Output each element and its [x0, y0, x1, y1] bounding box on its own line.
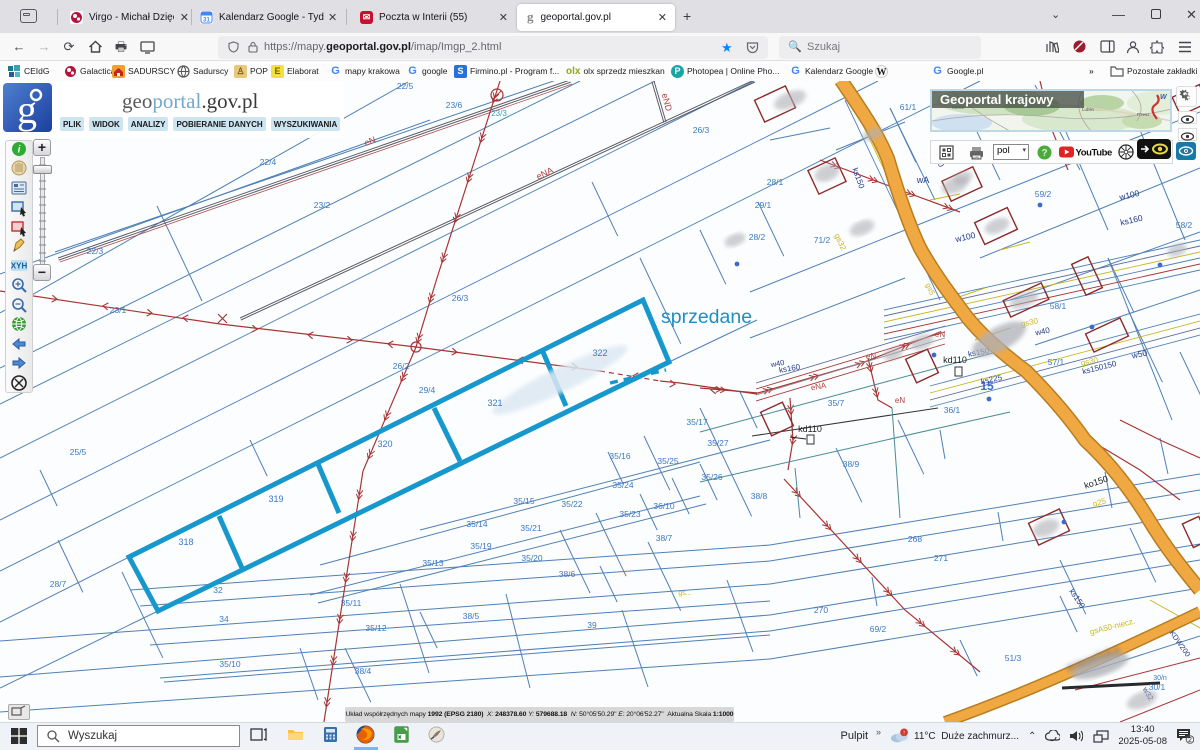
svg-text:22/4: 22/4	[260, 157, 277, 167]
svg-text:g: g	[17, 87, 37, 132]
svg-text:321: 321	[487, 398, 502, 408]
svg-text:23/1: 23/1	[110, 305, 127, 315]
svg-text:35/25: 35/25	[657, 456, 679, 466]
svg-text:35/14: 35/14	[466, 519, 488, 529]
svg-text:sprzedane: sprzedane	[661, 306, 752, 328]
svg-text:38/5: 38/5	[463, 611, 480, 621]
svg-text:eN: eN	[935, 330, 945, 339]
svg-text:38/7: 38/7	[656, 533, 673, 543]
svg-text:35/27: 35/27	[707, 438, 729, 448]
svg-text:gs...: gs...	[678, 590, 691, 597]
svg-text:35/23: 35/23	[619, 509, 641, 519]
svg-text:35/15: 35/15	[513, 496, 535, 506]
svg-text:35/21: 35/21	[520, 523, 542, 533]
svg-text:Rzesz.: Rzesz.	[1137, 112, 1151, 117]
svg-text:35/22: 35/22	[561, 499, 583, 509]
svg-text:23/3: 23/3	[491, 109, 507, 118]
svg-text:35/13: 35/13	[422, 558, 444, 568]
svg-text:MSL: MSL	[972, 155, 981, 160]
svg-text:36/1: 36/1	[944, 405, 961, 415]
svg-text:270: 270	[814, 605, 828, 615]
svg-text:69/2: 69/2	[870, 624, 887, 634]
svg-text:?: ?	[1041, 148, 1047, 159]
svg-text:57/1: 57/1	[1048, 357, 1065, 367]
svg-text:35/10: 35/10	[219, 659, 241, 669]
svg-text:38/4: 38/4	[355, 666, 372, 676]
svg-text:26/3: 26/3	[452, 293, 469, 303]
svg-text:kd110: kd110	[943, 355, 967, 365]
svg-text:35/26: 35/26	[701, 472, 723, 482]
svg-text:26/3: 26/3	[693, 125, 710, 135]
svg-text:23/6: 23/6	[446, 100, 463, 110]
svg-text:35/20: 35/20	[521, 553, 543, 563]
svg-text:30/n: 30/n	[1153, 675, 1167, 682]
svg-text:29/1: 29/1	[755, 200, 772, 210]
svg-text:wA: wA	[916, 175, 930, 185]
svg-text:35/12: 35/12	[365, 623, 387, 633]
svg-text:25/5: 25/5	[70, 447, 87, 457]
svg-text:38/9: 38/9	[843, 459, 860, 469]
svg-text:320: 320	[377, 439, 392, 449]
svg-text:322: 322	[592, 348, 607, 358]
svg-text:38/6: 38/6	[559, 569, 576, 579]
svg-text:35/19: 35/19	[470, 541, 492, 551]
svg-text:39: 39	[587, 620, 597, 630]
svg-text:eN: eN	[895, 396, 905, 405]
svg-text:71/2: 71/2	[814, 235, 831, 245]
svg-text:35/24: 35/24	[612, 480, 634, 490]
svg-text:XYH: XYH	[11, 262, 28, 271]
svg-text:58/2: 58/2	[1176, 220, 1193, 230]
svg-text:318: 318	[178, 537, 193, 547]
svg-text:kd110: kd110	[798, 424, 822, 434]
svg-text:26/2: 26/2	[393, 361, 410, 371]
svg-text:271: 271	[934, 553, 948, 563]
svg-text:22/5: 22/5	[397, 81, 414, 91]
svg-text:36/10: 36/10	[653, 501, 675, 511]
svg-text:51/3: 51/3	[1005, 653, 1022, 663]
svg-text:58/1: 58/1	[1050, 301, 1067, 311]
svg-text:319: 319	[268, 494, 283, 504]
svg-text:268: 268	[908, 534, 922, 544]
svg-text:32: 32	[213, 585, 223, 595]
svg-text:59/2: 59/2	[1035, 189, 1052, 199]
svg-text:23/2: 23/2	[314, 200, 331, 210]
svg-text:29/4: 29/4	[419, 385, 436, 395]
svg-text:34: 34	[219, 614, 229, 624]
svg-text:35/17: 35/17	[686, 417, 708, 427]
svg-text:28/2: 28/2	[749, 232, 766, 242]
svg-text:eN: eN	[866, 352, 876, 361]
svg-text:22/3: 22/3	[87, 246, 104, 256]
svg-text:35/7: 35/7	[828, 398, 845, 408]
svg-text:35/16: 35/16	[609, 451, 631, 461]
svg-text:28/1: 28/1	[767, 177, 784, 187]
svg-text:28/7: 28/7	[50, 579, 67, 589]
svg-text:35/11: 35/11	[341, 598, 362, 608]
svg-text:38/8: 38/8	[751, 491, 768, 501]
svg-text:2: 2	[1188, 737, 1192, 744]
svg-text:31: 31	[203, 17, 210, 23]
svg-text:YouTube: YouTube	[1076, 148, 1113, 159]
svg-text:61/1: 61/1	[900, 102, 917, 112]
svg-text:i: i	[18, 145, 21, 156]
